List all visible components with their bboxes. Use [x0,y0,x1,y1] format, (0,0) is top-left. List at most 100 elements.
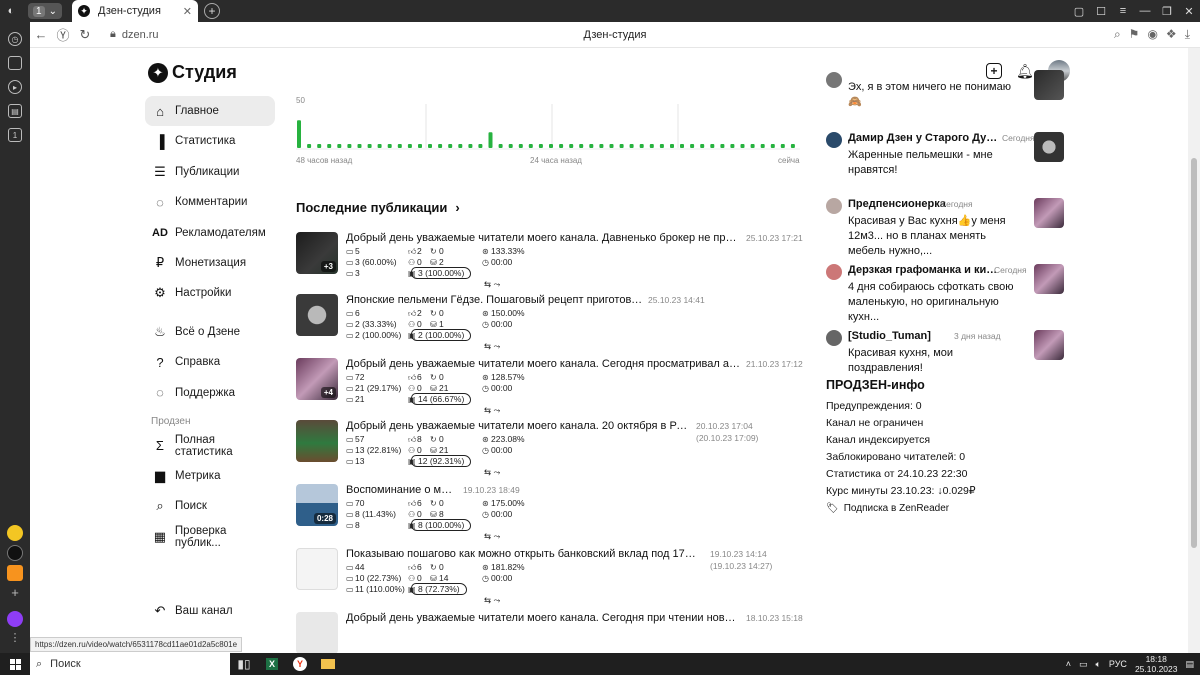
back-icon[interactable]: ← [30,27,52,42]
sidebar-item[interactable]: ▦ Проверка публик... [145,522,275,552]
reload-icon[interactable]: ↻ [74,27,96,43]
file-explorer-icon[interactable] [314,653,342,675]
yandex-browser-icon[interactable]: Y [286,653,314,675]
notifications-icon[interactable]: ▤ [1185,659,1194,670]
publication-title[interactable]: Воспоминание о море [346,484,458,496]
chart-bar[interactable] [670,144,674,148]
chart-bar[interactable] [740,144,745,148]
comment-author[interactable]: Дерзкая графоманка и кин... [848,264,998,276]
taskbar-search[interactable]: ⌕ Поиск [30,653,230,675]
comment-publication-thumbnail[interactable] [1034,330,1064,360]
add-app-icon[interactable]: + [7,585,23,601]
sidebar-item[interactable]: ₽ Монетизация [145,248,275,278]
video-icon[interactable]: ▸ [8,80,22,94]
chart-bar[interactable] [780,144,785,148]
chart-bar[interactable] [770,144,775,148]
publication-title[interactable]: Японские пельмени Гёдзе. Пошаговый рецеп… [346,294,646,306]
alice-icon[interactable] [7,611,23,627]
publication-row[interactable]: Добрый день уважаемые читатели моего кан… [296,612,803,653]
chart-bar[interactable] [790,144,795,148]
comment-avatar[interactable] [826,72,842,88]
chart-bar[interactable] [710,144,715,148]
chart-bar[interactable] [730,144,735,148]
chart-bar[interactable] [538,144,543,148]
publication-row[interactable]: +3 Добрый день уважаемые читатели моего к… [296,232,803,289]
collections-icon[interactable]: ▢ [1068,5,1090,18]
chart-bar[interactable] [478,144,483,148]
comment-author[interactable]: Предпенсионерка [848,198,946,210]
chart-bar[interactable] [438,144,443,148]
chart-bar[interactable] [750,144,755,148]
url-field[interactable]: 🔒︎ dzen.ru [110,28,159,41]
publication-thumbnail[interactable]: +4 [296,358,338,400]
sidebar-item[interactable]: Σ Полная статистика [145,431,275,461]
network-icon[interactable]: ▭ [1079,659,1088,670]
sidebar-item[interactable]: ▆ Метрика [145,461,275,491]
publication-title[interactable]: Добрый день уважаемые читатели моего кан… [346,358,741,370]
chart-bar[interactable] [639,144,644,148]
chart-bar[interactable] [659,144,664,148]
chart-bar[interactable] [508,144,513,148]
chart-bar[interactable] [327,144,332,148]
comment-avatar[interactable] [826,264,842,280]
create-button[interactable]: + [986,63,1002,79]
publication-row[interactable]: Японские пельмени Гёдзе. Пошаговый рецеп… [296,294,802,351]
publication-title[interactable]: Добрый день уважаемые читатели моего кан… [346,420,691,432]
publication-row[interactable]: +4 Добрый день уважаемые читатели моего к… [296,358,803,415]
sidebar-item[interactable]: ⌕ Поиск [145,491,275,521]
chart-bar[interactable] [528,144,533,148]
bookmark-icon[interactable]: ⚑ [1129,27,1140,42]
chart-bar[interactable] [397,144,402,148]
chart-bar[interactable] [629,144,634,148]
chart-bar[interactable] [649,144,654,148]
chart-bar[interactable] [619,144,624,148]
downloads-arrow-icon[interactable]: ⤓ [1185,27,1190,42]
chart-bar[interactable] [367,144,372,148]
comment-avatar[interactable] [826,198,842,214]
chart-bar[interactable] [407,144,412,148]
sidebar-item[interactable]: ↶ Ваш канал [145,596,275,626]
chart-bar[interactable] [599,144,604,148]
publication-thumbnail[interactable]: 0:28 [296,484,338,526]
sidebar-item[interactable]: ⌂ Главное [145,96,275,126]
clock[interactable]: 18:18 25.10.2023 [1135,654,1178,674]
chart-bar[interactable] [357,144,362,148]
zenreader-link[interactable]: 🏷︎ Подписка в ZenReader [826,500,1086,517]
collections-rail-icon[interactable] [8,56,22,70]
chart-bar[interactable] [458,144,463,148]
sidebar-item[interactable]: ◌ Комментарии [145,187,275,217]
close-tab-icon[interactable]: ✕ [183,5,192,18]
page-scrollbar[interactable] [1188,48,1200,653]
publication-row[interactable]: Показываю пошагово как можно открыть бан… [296,548,802,605]
chart-bar[interactable] [337,144,342,148]
publication-title[interactable]: Добрый день уважаемые читатели моего кан… [346,612,741,624]
publication-thumbnail[interactable] [296,548,338,590]
close-window-icon[interactable]: ✕ [1178,5,1200,18]
language-indicator[interactable]: РУС [1109,659,1127,669]
comment-author[interactable]: Дамир Дзен у Старого Дуба [848,132,998,144]
chart-bar[interactable] [498,144,503,148]
browser-menu-lines-icon[interactable]: ≡ [1112,5,1134,18]
history-icon[interactable]: ◷ [8,32,22,46]
sidebar-item[interactable]: ☰ Публикации [145,157,275,187]
chart-bar[interactable] [760,144,765,148]
excel-icon[interactable]: X [258,653,286,675]
extensions-icon[interactable]: ❖ [1166,27,1177,42]
comment-avatar[interactable] [826,330,842,346]
chart-bar[interactable] [559,144,564,148]
bookmarks-icon[interactable]: ☐ [1090,5,1112,18]
comment-author[interactable]: [Studio_Tuman] [848,330,931,342]
publication-row[interactable]: Добрый день уважаемые читатели моего кан… [296,420,802,477]
comment-publication-thumbnail[interactable] [1034,264,1064,294]
task-view-icon[interactable]: ▮▯ [230,653,258,675]
comment-publication-thumbnail[interactable] [1034,70,1064,100]
tab-number-icon[interactable]: 1 [8,128,22,142]
chart-bar[interactable] [347,144,352,148]
game-app-icon[interactable] [7,525,23,541]
chart-bar[interactable] [680,144,684,148]
protect-icon[interactable]: ◉ [1147,27,1157,42]
chart-bar[interactable] [468,144,473,148]
chart-bar[interactable] [377,144,382,148]
sidebar-item[interactable]: ⚙ Настройки [145,278,275,308]
publication-thumbnail[interactable] [296,294,338,336]
